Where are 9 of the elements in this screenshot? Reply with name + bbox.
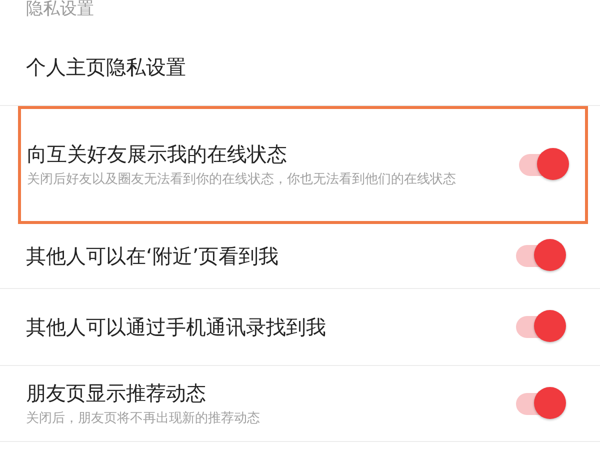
setting-title: 其他人可以在‘附近’页看到我 — [26, 243, 279, 269]
section-header: 隐私设置 — [25, 0, 95, 21]
toggle-switch[interactable] — [514, 386, 568, 422]
setting-title: 向互关好友展示我的在线状态 — [27, 141, 288, 167]
setting-description: 关闭后，朋友页将不再出现新的推荐动态 — [26, 410, 260, 428]
setting-title[interactable]: 个人主页隐私设置 — [26, 54, 186, 80]
setting-title: 朋友页显示推荐动态 — [26, 380, 207, 406]
setting-description: 关闭后好友以及圈友无法看到你的在线状态，你也无法看到他们的在线状态 — [27, 171, 456, 189]
setting-title: 其他人可以通过手机通讯录找到我 — [26, 314, 326, 340]
